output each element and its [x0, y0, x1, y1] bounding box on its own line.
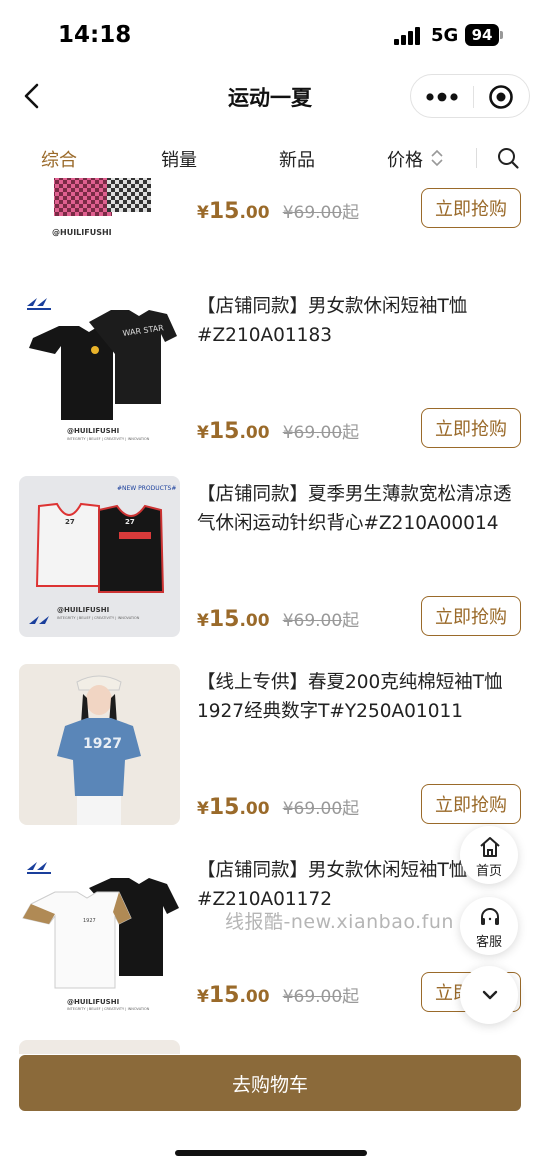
price-from-label: 起	[342, 799, 360, 819]
brand-watermark: @HUILIFUSHI	[52, 228, 112, 237]
price-integer: 15	[208, 199, 240, 224]
product-title[interactable]: 【店铺同款】夏季男生薄款宽松清凉透气休闲运动针织背心#Z210A00014	[197, 480, 523, 538]
service-label: 客服	[475, 935, 502, 950]
price-decimal: .00	[239, 987, 270, 1007]
price-row: ¥15.00 ¥69.00起	[197, 418, 359, 448]
product-image-peek	[19, 1040, 180, 1054]
price-decimal: .00	[239, 423, 270, 443]
network-label: 5G	[431, 25, 459, 46]
shirt-print: 1927	[83, 918, 96, 924]
buy-now-button[interactable]: 立即抢购	[421, 784, 521, 824]
go-to-cart-button[interactable]: 去购物车	[19, 1055, 521, 1111]
home-indicator	[175, 1150, 367, 1156]
price-currency: ¥	[197, 799, 209, 819]
brand-watermark: @HUILIFUSHI	[67, 427, 119, 435]
product-item[interactable]: @HUILIFUSHI ¥15.00 ¥69.00起 立即抢购	[0, 178, 540, 256]
product-image[interactable]	[19, 178, 180, 229]
price-integer: 15	[208, 419, 240, 444]
buy-now-button[interactable]: 立即抢购	[421, 408, 521, 448]
scroll-down-button[interactable]	[460, 966, 518, 1024]
signal-icon	[394, 27, 422, 45]
price-decimal: .00	[239, 799, 270, 819]
price-row: ¥15.00 ¥69.00起	[197, 982, 359, 1012]
chevron-down-icon	[482, 990, 498, 1000]
shirt-print: 1927	[83, 736, 122, 752]
product-title[interactable]: 【线上专供】春夏200克纯棉短袖T恤1927经典数字T#Y250A01011	[197, 668, 523, 726]
product-image[interactable]: 1927	[19, 664, 180, 825]
sort-tabs: 综合 销量 新品 价格	[0, 138, 540, 178]
price-from-label: 起	[342, 423, 360, 443]
status-time: 14:18	[58, 22, 132, 48]
price-integer: 15	[208, 795, 240, 820]
home-icon	[480, 837, 500, 857]
original-price: ¥69.00	[282, 987, 343, 1007]
price-from-label: 起	[342, 611, 360, 631]
status-bar: 14:18 5G 94	[0, 0, 540, 72]
product-item[interactable]: 1927 【线上专供】春夏200克纯棉短袖T恤1927经典数字T#Y250A01…	[0, 664, 540, 852]
price-integer: 15	[208, 983, 240, 1008]
jersey-number: 27	[125, 518, 135, 526]
price-integer: 15	[208, 607, 240, 632]
home-label: 首页	[475, 864, 502, 879]
brand-watermark: @HUILIFUSHI	[57, 606, 109, 614]
search-icon[interactable]	[496, 146, 520, 170]
tab-new[interactable]: 新品	[279, 146, 315, 172]
price-row: ¥15.00 ¥69.00起	[197, 606, 359, 636]
screen: 14:18 5G 94 运动一夏 综合 销量 新品 价格 @HUILIFUSHI…	[0, 0, 540, 1168]
brand-tagline: INTEGRITY | BELIEF | CREATIVITY | INNOVA…	[67, 1007, 150, 1011]
product-item[interactable]: 1927 @HUILIFUSHI INTEGRITY | BELIEF | CR…	[0, 852, 540, 1040]
jersey-number: 27	[65, 518, 75, 526]
battery-icon: 94	[465, 24, 499, 46]
price-currency: ¥	[197, 987, 209, 1007]
buy-now-button[interactable]: 立即抢购	[421, 596, 521, 636]
nav-bar: 运动一夏	[0, 72, 540, 120]
price-row: ¥15.00 ¥69.00起	[197, 794, 359, 824]
original-price: ¥69.00	[282, 423, 343, 443]
mini-program-capsule	[410, 74, 530, 118]
price-decimal: .00	[239, 611, 270, 631]
product-image[interactable]: 1927 @HUILIFUSHI INTEGRITY | BELIEF | CR…	[19, 852, 180, 1013]
product-image[interactable]: #NEW PRODUCTS# 27 27 @HUILIFUSHI INTEGRI…	[19, 476, 180, 637]
buy-now-button[interactable]: 立即抢购	[421, 188, 521, 228]
product-image[interactable]: WAR STAR @HUILIFUSHI INTEGRITY | BELIEF …	[19, 288, 180, 449]
brand-tagline: INTEGRITY | BELIEF | CREATIVITY | INNOVA…	[67, 437, 150, 441]
headset-icon	[481, 908, 499, 925]
tab-comprehensive[interactable]: 综合	[41, 146, 77, 172]
price-decimal: .00	[239, 203, 270, 223]
price-currency: ¥	[197, 611, 209, 631]
service-float-button[interactable]: 客服	[460, 897, 518, 955]
price-from-label: 起	[342, 203, 360, 223]
tabs-divider	[476, 148, 477, 168]
tab-price[interactable]: 价格	[387, 146, 423, 172]
original-price: ¥69.00	[282, 203, 343, 223]
watermark-text: 线报酷-new.xianbao.fun	[225, 911, 454, 933]
new-products-tag: #NEW PRODUCTS#	[117, 485, 176, 492]
sort-arrows-icon[interactable]	[429, 148, 445, 168]
price-row: ¥15.00 ¥69.00起	[197, 198, 359, 228]
more-icon[interactable]	[425, 90, 459, 104]
brand-watermark: @HUILIFUSHI	[67, 998, 119, 1006]
original-price: ¥69.00	[282, 611, 343, 631]
price-currency: ¥	[197, 423, 209, 443]
capsule-divider	[473, 86, 474, 108]
brand-tagline: INTEGRITY | BELIEF | CREATIVITY | INNOVA…	[57, 616, 140, 620]
product-title[interactable]: 【店铺同款】男女款休闲短袖T恤#Z210A01183	[197, 292, 523, 350]
battery-tip	[500, 31, 503, 39]
product-item[interactable]: #NEW PRODUCTS# 27 27 @HUILIFUSHI INTEGRI…	[0, 476, 540, 664]
close-mini-program-icon[interactable]	[488, 84, 514, 110]
price-currency: ¥	[197, 203, 209, 223]
price-from-label: 起	[342, 987, 360, 1007]
original-price: ¥69.00	[282, 799, 343, 819]
home-float-button[interactable]: 首页	[460, 826, 518, 884]
product-item[interactable]: WAR STAR @HUILIFUSHI INTEGRITY | BELIEF …	[0, 288, 540, 476]
tab-sales[interactable]: 销量	[161, 146, 197, 172]
